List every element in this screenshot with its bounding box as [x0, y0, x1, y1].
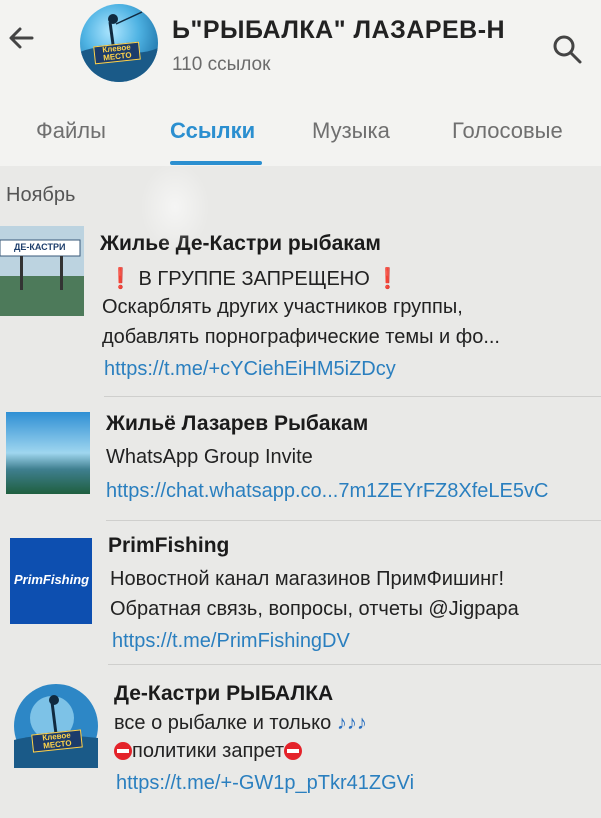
exclamation-icon: ❗: [108, 268, 133, 290]
divider: [106, 520, 601, 521]
link-title: PrimFishing: [108, 534, 230, 557]
media-tabs: Файлы Ссылки Музыка Голосовые: [0, 100, 601, 166]
channel-avatar[interactable]: Клевое МЕСТО: [80, 4, 158, 82]
link-description: Новостной канал магазинов ПримФишинг!: [110, 568, 505, 590]
link-url[interactable]: https://t.me/PrimFishingDV: [112, 630, 350, 653]
link-thumbnail: ДЕ-КАСТРИ: [0, 226, 84, 316]
link-url[interactable]: https://t.me/+cYCiehEiHM5iZDcy: [104, 358, 396, 381]
tab-files[interactable]: Файлы: [36, 118, 106, 144]
link-title: Жильё Лазарев Рыбакам: [106, 412, 369, 435]
section-header-month: Ноябрь: [6, 184, 76, 206]
link-description: ❗ В ГРУППЕ ЗАПРЕЩЕНО ❗: [108, 268, 401, 290]
link-item[interactable]: Жильё Лазарев Рыбакам WhatsApp Group Inv…: [0, 412, 601, 520]
tab-music[interactable]: Музыка: [312, 118, 390, 144]
link-description: политики запрет: [114, 740, 303, 763]
link-description: WhatsApp Group Invite: [106, 446, 313, 468]
exclamation-icon: ❗: [375, 268, 401, 290]
active-tab-indicator: [170, 161, 262, 165]
tab-links[interactable]: Ссылки: [170, 118, 255, 144]
no-entry-icon: [284, 742, 303, 760]
search-icon[interactable]: [550, 32, 584, 66]
divider: [104, 396, 601, 397]
link-item[interactable]: PrimFishing PrimFishing Новостной канал …: [0, 534, 601, 668]
link-description: Оскарблять других участников группы,: [102, 296, 463, 318]
channel-title: Ь"РЫБАЛКА" ЛАЗАРЕВ-Н: [172, 16, 506, 44]
link-title: Жилье Де-Кастри рыбакам: [100, 232, 381, 255]
tab-voice[interactable]: Голосовые: [452, 118, 563, 144]
link-item[interactable]: Клевое МЕСТО Де-Кастри РЫБАЛКА все о рыб…: [0, 680, 601, 818]
thumbnail-brand-text: PrimFishing: [14, 572, 90, 587]
links-count: 110 ссылок: [172, 54, 271, 75]
no-entry-icon: [114, 742, 132, 760]
thumbnail-sign-text: ДЕ-КАСТРИ: [14, 242, 66, 252]
link-thumbnail: Клевое МЕСТО: [14, 684, 98, 768]
link-description: все о рыбалке и только ♪♪♪: [114, 712, 367, 734]
link-description: добавлять порнографические темы и фо...: [102, 326, 500, 348]
link-description: Обратная связь, вопросы, отчеты @Jigpapa: [110, 598, 519, 620]
back-arrow-icon[interactable]: [4, 20, 40, 56]
link-url[interactable]: https://chat.whatsapp.co...7m1ZEYrFZ8Xfe…: [106, 480, 548, 503]
link-thumbnail: [6, 412, 90, 494]
music-note-icon: ♪♪♪: [336, 712, 367, 734]
chat-header: Клевое МЕСТО Ь"РЫБАЛКА" ЛАЗАРЕВ-Н 110 сс…: [0, 0, 601, 100]
link-thumbnail: PrimFishing: [10, 538, 92, 624]
divider: [108, 664, 601, 665]
link-url[interactable]: https://t.me/+-GW1p_pTkr41ZGVi: [116, 772, 414, 795]
link-title: Де-Кастри РЫБАЛКА: [114, 682, 334, 705]
link-item[interactable]: ДЕ-КАСТРИ Жилье Де-Кастри рыбакам ❗ В ГР…: [0, 226, 601, 396]
